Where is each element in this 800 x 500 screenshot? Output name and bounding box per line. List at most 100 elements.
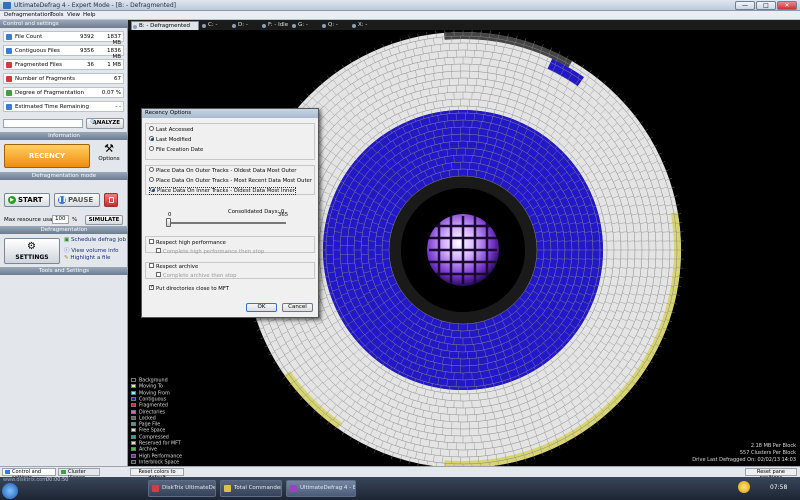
taskbar-item-total-commander[interactable]: Total Commander (x...: [220, 480, 282, 497]
complete-high-performance-checkbox[interactable]: Complete high performance then stop: [156, 248, 264, 255]
drive-tab[interactable]: G: - Idle: [291, 21, 319, 37]
recency-mode-button[interactable]: RECENCY: [4, 144, 90, 168]
start-button[interactable]: ▶ START: [4, 193, 50, 207]
recency-radio-option[interactable]: Place Data On Inner Tracks - Oldest Data…: [149, 187, 296, 195]
drive-tab[interactable]: D: - Idle: [231, 21, 259, 37]
options-label: Options: [98, 156, 120, 162]
options-button[interactable]: ⚒ Options: [95, 142, 123, 170]
complete-archive-checkbox[interactable]: Complete archive then stop: [156, 272, 237, 279]
recency-radio-option[interactable]: Last Accessed: [149, 126, 194, 133]
radio-label: File Creation Date: [156, 147, 204, 153]
legend-swatch: [131, 396, 136, 401]
legend-item: Background: [131, 378, 168, 384]
radio-icon: [149, 167, 154, 172]
respect-archive-label: Respect archive: [156, 264, 199, 270]
radio-label: Place Data On Inner Tracks - Oldest Data…: [157, 188, 295, 194]
reset-colors-button[interactable]: Reset colors to default: [130, 468, 184, 481]
menu-view[interactable]: View: [67, 12, 80, 18]
schedule-defrag-link[interactable]: ▣ Schedule defrag job: [64, 237, 126, 243]
tab-cluster-viewer[interactable]: Cluster Viewer: [58, 468, 100, 481]
gear-icon: ⚙: [27, 241, 36, 252]
stat-row: Fragmented Files 36 1 MB: [3, 59, 124, 70]
radio-icon: [150, 187, 155, 192]
recency-radio-option[interactable]: Last Modified: [149, 136, 191, 143]
respect-archive-checkbox[interactable]: Respect archive: [149, 263, 199, 270]
maximize-button[interactable]: □: [756, 1, 776, 10]
stop-icon: [109, 197, 114, 203]
legend-swatch: [131, 378, 136, 382]
drive-tabs: B: - DefragmentedC: - IdleD: - IdleF: - …: [128, 20, 800, 37]
directories-near-mft-label: Put directories close to MFT: [156, 286, 230, 292]
percent-label: %: [72, 217, 78, 223]
pause-button[interactable]: ❚❚ PAUSE: [54, 193, 100, 207]
menu-help[interactable]: Help: [83, 12, 96, 18]
taskbar-item-disktrix[interactable]: DiskTrix UltimateDefr...: [148, 480, 216, 497]
bottom-bar: Control and settings Cluster Viewer Rese…: [0, 466, 800, 481]
stat-label: File Count: [15, 34, 43, 40]
drive-tab[interactable]: C: - Idle: [201, 21, 229, 37]
stat-value: 67: [114, 76, 121, 82]
legend-swatch: [131, 447, 136, 452]
recency-radio-option[interactable]: Place Data On Outer Tracks - Most Recent…: [149, 176, 312, 184]
cancel-button[interactable]: Cancel: [282, 303, 313, 312]
taskbar-item-ultimatedefrag[interactable]: UltimateDefrag 4 - Ex...: [286, 480, 356, 497]
legend-swatch: [131, 384, 136, 389]
settings-button[interactable]: ⚙ SETTINGS: [4, 238, 60, 264]
pause-icon: ❚❚: [58, 196, 67, 204]
schedule-defrag-label: Schedule defrag job: [70, 237, 127, 243]
legend-item: Reserved for MFT: [131, 441, 181, 447]
legend-item: Directories: [131, 409, 165, 415]
color-legend: Background Moving To Moving From Contiguous…: [129, 378, 209, 468]
settings-label: SETTINGS: [15, 254, 49, 261]
drive-tab[interactable]: F: - Idle: [261, 21, 289, 30]
legend-item: Archive: [131, 447, 157, 453]
max-resource-input[interactable]: 100: [52, 215, 69, 224]
legend-swatch: [131, 453, 136, 458]
menu-tools[interactable]: Tools: [50, 12, 64, 18]
stat-label: Fragmented Files: [15, 62, 62, 68]
stat-row: Degree of Fragmentation 0.07 %: [3, 87, 124, 98]
panel-icon: [5, 470, 10, 474]
radio-label: Place Data On Outer Tracks - Oldest Data…: [156, 168, 297, 174]
stat-label: Contiguous Files: [15, 48, 60, 54]
radio-icon: [149, 146, 154, 151]
drive-tab[interactable]: X: - Idle: [351, 21, 379, 37]
drive-tab[interactable]: B: - Defragmented: [131, 21, 199, 30]
directories-near-mft-checkbox[interactable]: Put directories close to MFT: [149, 284, 230, 292]
radio-label: Last Accessed: [156, 127, 194, 133]
tab-control-settings[interactable]: Control and settings: [2, 468, 56, 481]
legend-label: Fragmented: [139, 403, 168, 409]
menu-defragmentation[interactable]: Defragmentation: [4, 12, 51, 18]
recency-radio-option[interactable]: File Creation Date: [149, 146, 204, 153]
last-defragged: Drive Last Defragged On: 02/02/13 14:03: [692, 457, 796, 463]
view-volume-link[interactable]: ⓘ View volume info: [64, 246, 119, 254]
control-panel: Control and settings File Count 9392 1837 …: [0, 20, 128, 466]
pause-label: PAUSE: [68, 196, 94, 204]
legend-item: Free Space: [131, 428, 165, 434]
consolidated-days-slider-thumb[interactable]: [166, 218, 171, 227]
simulate-button[interactable]: SIMULATE: [85, 215, 123, 225]
analyze-button[interactable]: 🔍 ANALYZE: [86, 118, 124, 129]
minimize-button[interactable]: —: [735, 1, 755, 10]
stat-icon: [6, 34, 12, 40]
stop-button[interactable]: [104, 193, 118, 207]
ok-button[interactable]: OK: [246, 303, 277, 312]
consolidated-days-slider-track: [168, 222, 286, 224]
drive-tab[interactable]: Q: - Idle: [321, 21, 349, 37]
sun-icon: [738, 481, 750, 493]
stat-icon: [6, 48, 12, 54]
recency-radio-option[interactable]: Place Data On Outer Tracks - Oldest Data…: [149, 167, 297, 174]
close-button[interactable]: ✕: [777, 1, 797, 10]
start-orb-icon[interactable]: [2, 483, 18, 499]
highlight-file-link[interactable]: ✎ Highlight a file: [64, 255, 110, 261]
title-bar: UltimateDefrag 4 - Expert Mode - [B: - D…: [0, 0, 800, 11]
recency-options-dialog: Recency Options Last Accessed Last Modifi…: [141, 108, 319, 318]
legend-item: Moving From: [131, 390, 170, 396]
respect-perf-label: Respect high performance: [156, 240, 226, 246]
respect-high-performance-checkbox[interactable]: Respect high performance: [149, 239, 226, 246]
radio-label: Place Data On Outer Tracks - Most Recent…: [156, 177, 312, 184]
elapsed-timer: 00:00:50: [46, 477, 69, 483]
legend-label: Free Space: [139, 428, 166, 434]
window-title: UltimateDefrag 4 - Expert Mode - [B: - D…: [14, 2, 176, 9]
reset-panes-button[interactable]: Reset pane positions: [745, 468, 797, 481]
